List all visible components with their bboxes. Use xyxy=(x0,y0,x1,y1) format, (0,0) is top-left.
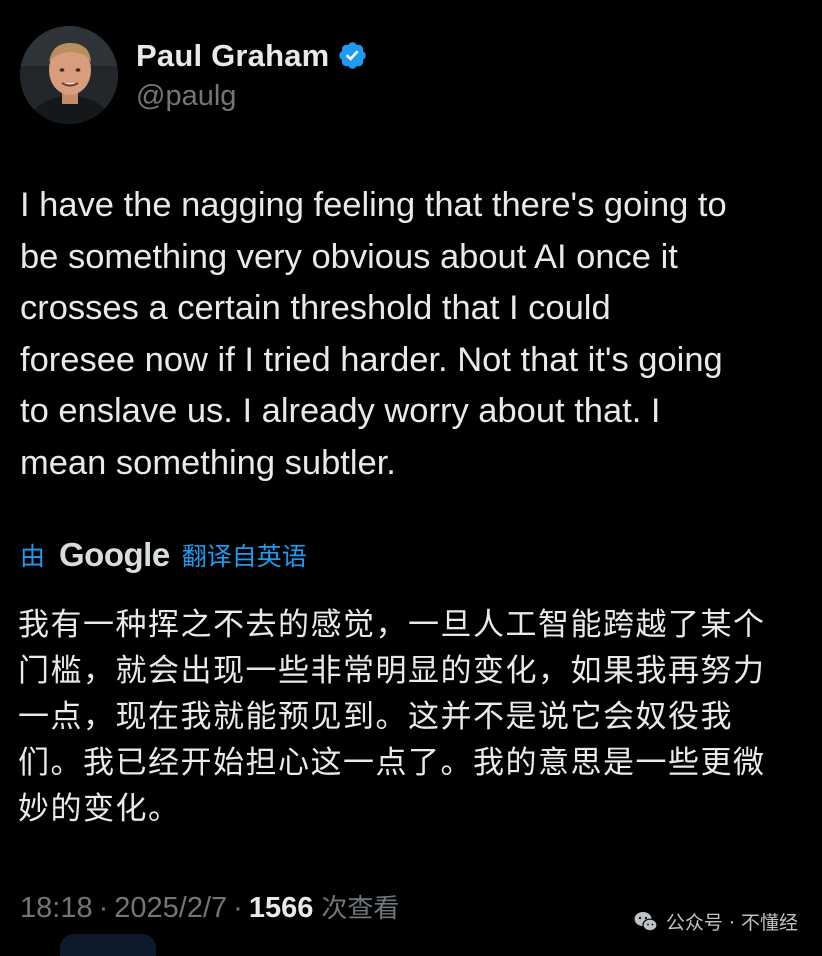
tweet-metadata: 18:18 · 2025/2/7 · 1566 次查看 xyxy=(20,888,399,925)
tweet-text: I have the nagging feeling that there's … xyxy=(20,186,727,482)
verified-badge-icon[interactable] xyxy=(337,40,368,71)
meta-separator: · xyxy=(233,892,243,924)
tweet-header: Paul Graham @paulg xyxy=(20,26,368,124)
views-count[interactable]: 1566 xyxy=(249,892,314,925)
author-handle[interactable]: @paulg xyxy=(136,80,368,113)
wechat-watermark: 公众号 · 不懂经 xyxy=(634,908,798,935)
tweet-card: Paul Graham @paulg I have the nagging fe… xyxy=(0,0,822,956)
meta-separator: · xyxy=(98,892,109,924)
author-display-name[interactable]: Paul Graham xyxy=(136,38,329,74)
author-names: Paul Graham @paulg xyxy=(136,38,368,113)
watermark-text: 公众号 · 不懂经 xyxy=(665,912,798,934)
translated-by-label: 由 xyxy=(20,542,46,571)
tweet-date[interactable]: 2025/2/7 xyxy=(114,892,227,925)
tweet-time[interactable]: 18:18 xyxy=(20,892,93,925)
name-row: Paul Graham xyxy=(136,38,368,74)
avatar[interactable] xyxy=(20,26,118,124)
translation-attribution[interactable]: 由 Google 翻译自英语 xyxy=(20,536,307,574)
google-logo: Google xyxy=(59,536,170,573)
translated-tweet-text: 我有一种挥之不去的感觉，一旦人工智能跨越了某个 门槛，就会出现一些非常明显的变化… xyxy=(18,607,766,827)
bottom-action-bar-edge xyxy=(60,934,156,956)
wechat-icon xyxy=(634,911,658,931)
translated-from-english-link[interactable]: 翻译自英语 xyxy=(182,537,307,573)
avatar-image xyxy=(20,26,118,124)
views-label: 次查看 xyxy=(321,894,400,924)
